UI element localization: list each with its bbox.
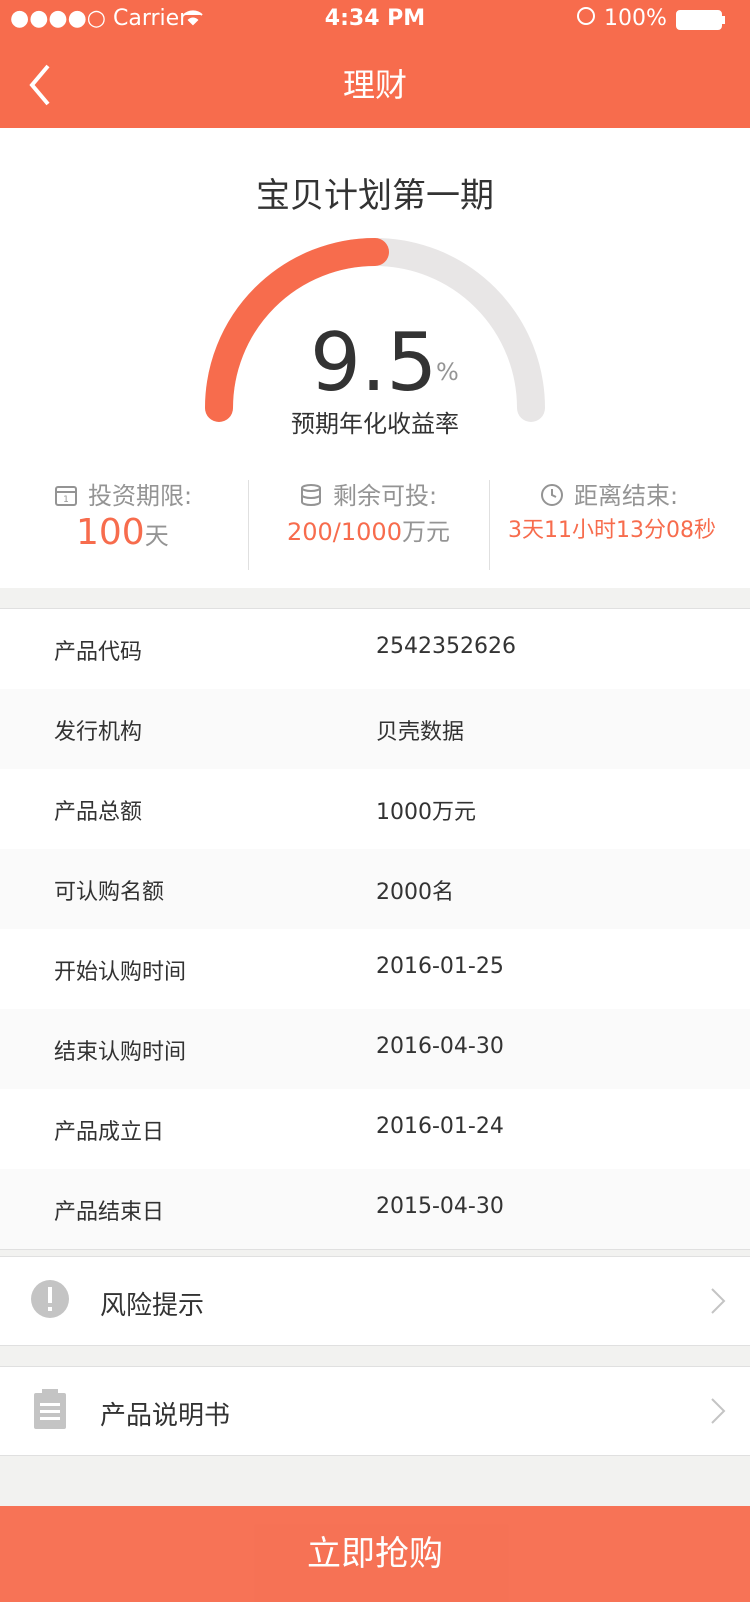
battery-percent: 100% [604, 6, 667, 31]
info-row: 开始认购时间 2016-01-25 [0, 929, 750, 1009]
buy-now-button[interactable]: 立即抢购 [0, 1506, 750, 1602]
product-summary: 宝贝计划第一期 9.5 % 预期年化收益率 1 投资期限: 100天 剩余可投: [0, 128, 750, 588]
warning-icon [30, 1279, 70, 1323]
info-value: 2015-04-30 [376, 1194, 504, 1219]
info-row: 发行机构 贝壳数据 [0, 689, 750, 769]
info-label: 结束认购时间 [54, 1040, 187, 1065]
info-label: 产品总额 [54, 800, 143, 825]
stat-remaining-unit: 万元 [401, 518, 450, 546]
chevron-right-icon [710, 1397, 726, 1429]
svg-text:1: 1 [63, 495, 69, 505]
battery-icon [676, 10, 726, 36]
rate-label: 预期年化收益率 [291, 410, 459, 438]
info-row: 产品成立日 2016-01-24 [0, 1089, 750, 1169]
nav-bar: 理财 [0, 40, 750, 128]
info-label: 产品结束日 [54, 1200, 165, 1225]
info-label: 产品成立日 [54, 1120, 165, 1145]
status-bar: ●●●●○ Carrier 4:34 PM 100% [0, 0, 750, 40]
database-icon [299, 483, 325, 507]
rate-value: 9.5 [310, 316, 438, 409]
info-row: 产品总额 1000万元 [0, 769, 750, 849]
info-value: 2016-01-25 [376, 954, 504, 979]
risk-notice-row[interactable]: 风险提示 [0, 1256, 750, 1346]
stat-remaining-value: 200/1000 [287, 518, 402, 546]
product-title: 宝贝计划第一期 [256, 176, 494, 216]
chevron-right-icon [710, 1287, 726, 1319]
stat-countdown-label: 距离结束: [574, 482, 679, 510]
page-title: 理财 [342, 66, 407, 104]
stat-term-label: 投资期限: [88, 482, 193, 510]
product-manual-label: 产品说明书 [100, 1401, 231, 1431]
product-manual-row[interactable]: 产品说明书 [0, 1366, 750, 1456]
info-row: 产品代码 2542352626 [0, 609, 750, 689]
stat-remaining: 剩余可投: 200/1000万元 [249, 468, 489, 588]
info-row: 结束认购时间 2016-04-30 [0, 1009, 750, 1089]
stat-term: 1 投资期限: 100天 [0, 468, 248, 588]
stat-countdown-value: 3天11小时13分08秒 [508, 518, 716, 543]
info-label: 发行机构 [54, 720, 143, 745]
rotation-lock-icon [576, 6, 596, 32]
info-label: 开始认购时间 [54, 960, 187, 985]
info-row: 可认购名额 2000名 [0, 849, 750, 929]
calendar-icon: 1 [54, 483, 80, 507]
info-label: 产品代码 [54, 640, 143, 665]
product-info-table: 产品代码 2542352626 发行机构 贝壳数据产品总额 1000万元可认购名额 200… [0, 608, 750, 1250]
info-label: 可认购名额 [54, 880, 165, 905]
info-value: 2542352626 [376, 634, 516, 659]
info-value: 2016-01-24 [376, 1114, 504, 1139]
clock-icon [540, 483, 566, 507]
stats-row: 1 投资期限: 100天 剩余可投: 200/1000万元 距离结束: 3天11… [0, 468, 750, 588]
rate-unit: % [436, 358, 459, 386]
info-value: 贝壳数据 [376, 720, 465, 745]
document-icon [34, 1389, 66, 1433]
info-row: 产品结束日 2015-04-30 [0, 1169, 750, 1249]
info-value: 2000名 [376, 880, 454, 905]
risk-notice-label: 风险提示 [100, 1291, 205, 1321]
rate-block: 9.5 % [310, 316, 459, 409]
stat-term-value: 100 [76, 512, 145, 553]
stat-remaining-label: 剩余可投: [333, 482, 438, 510]
info-value: 1000万元 [376, 800, 476, 825]
stat-countdown: 距离结束: 3天11小时13分08秒 [490, 468, 750, 588]
stat-term-unit: 天 [144, 522, 169, 550]
info-value: 2016-04-30 [376, 1034, 504, 1059]
